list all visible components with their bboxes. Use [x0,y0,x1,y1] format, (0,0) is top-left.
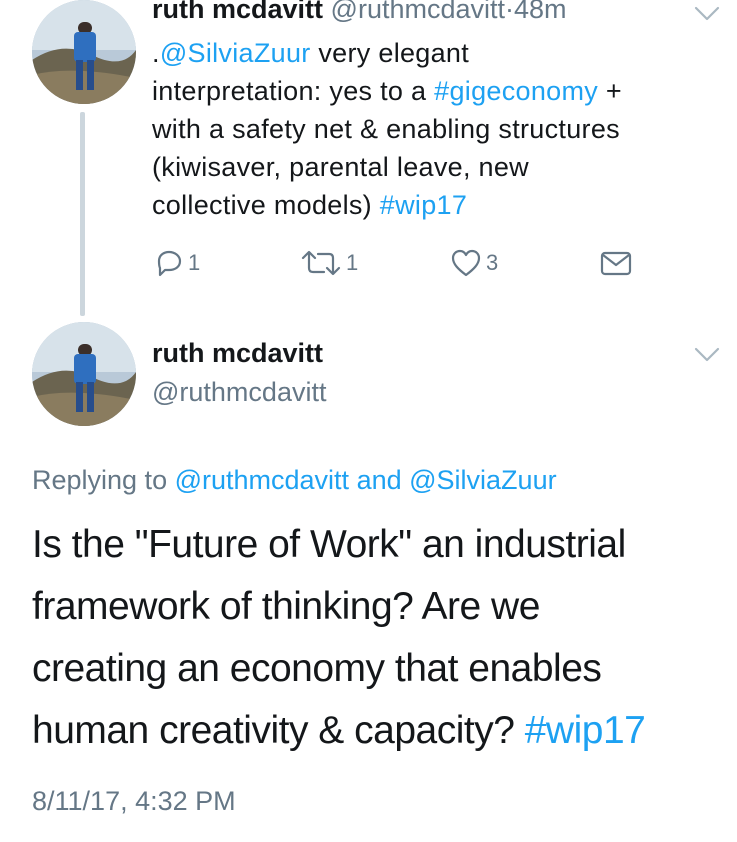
tweet1-separator: · [505,0,515,24]
chevron-down-icon[interactable] [694,347,720,363]
replying-and[interactable]: and [349,465,409,495]
text-line: framework of thinking? Are we [32,576,645,638]
text-line: (kiwisaver, parental leave, new [152,148,712,186]
hashtag-link[interactable]: #gigeconomy [434,76,598,106]
direct-message-button[interactable] [600,250,632,278]
text-segment: interpretation: yes to a [152,76,435,106]
text-line: .@SilviaZuur very elegant [152,34,712,72]
text-segment: with a safety net & enabling structures [152,114,620,144]
tweet1-author-name[interactable]: ruth mcdavitt [152,0,323,24]
tweet1-author-handle[interactable]: @ruthmcdavitt [331,0,505,24]
tweet1-text: .@SilviaZuur very elegant interpretation:… [152,34,712,224]
text-segment: collective models) [152,190,380,220]
replying-prefix: Replying to [32,465,175,495]
tweet1-header: ruth mcdavitt @ruthmcdavitt·48m [152,0,567,25]
like-button[interactable]: 3 [450,248,498,278]
retweet-icon [301,250,341,276]
avatar[interactable] [32,0,136,104]
like-icon [451,249,481,277]
text-segment: Is the "Future of Work" an industrial [32,523,626,566]
text-segment: (kiwisaver, parental leave, new [152,152,529,182]
tweet2-timestamp[interactable]: 8/11/17, 4:32 PM [32,786,236,817]
text-segment: framework of thinking? Are we [32,585,540,628]
text-line: interpretation: yes to a #gigeconomy + [152,72,712,110]
text-segment: creating an economy that enables [32,647,602,690]
replying-user-link[interactable]: @SilviaZuur [409,465,556,495]
text-line: creating an economy that enables [32,638,645,700]
replying-to-line: Replying to @ruthmcdavitt and @SilviaZuu… [32,465,557,496]
like-count: 3 [486,250,499,275]
text-line: Is the "Future of Work" an industrial [32,514,645,576]
hashtag-link[interactable]: #wip17 [380,190,467,220]
reply-icon [157,250,182,277]
avatar-image [32,0,136,104]
replying-user-link[interactable]: @ruthmcdavitt [175,465,349,495]
text-segment: very elegant [310,38,470,68]
tweet2-text: Is the "Future of Work" an industrial fra… [32,514,646,762]
avatar-image [32,322,136,426]
reply-button[interactable]: 1 [154,248,200,278]
text-line: collective models) #wip17 [152,186,712,224]
retweet-count: 1 [346,250,359,275]
text-line: human creativity & capacity? #wip17 [32,700,646,762]
direct-message-icon [600,251,632,276]
text-segment: + [598,76,622,106]
thread-connector-line [80,112,85,316]
chevron-down-icon[interactable] [694,6,720,22]
reply-count: 1 [188,250,201,275]
tweet2-author-handle[interactable]: @ruthmcdavitt [152,377,326,408]
mention-link[interactable]: @SilviaZuur [160,38,311,68]
hashtag-link[interactable]: #wip17 [525,709,646,752]
retweet-button[interactable]: 1 [300,248,358,278]
tweet1-time[interactable]: 48m [514,0,567,24]
text-line: with a safety net & enabling structures [152,110,712,148]
tweet2-author-name[interactable]: ruth mcdavitt [152,338,323,369]
avatar[interactable] [32,322,136,426]
text-segment: . [152,38,160,68]
text-segment: human creativity & capacity? [32,709,525,752]
